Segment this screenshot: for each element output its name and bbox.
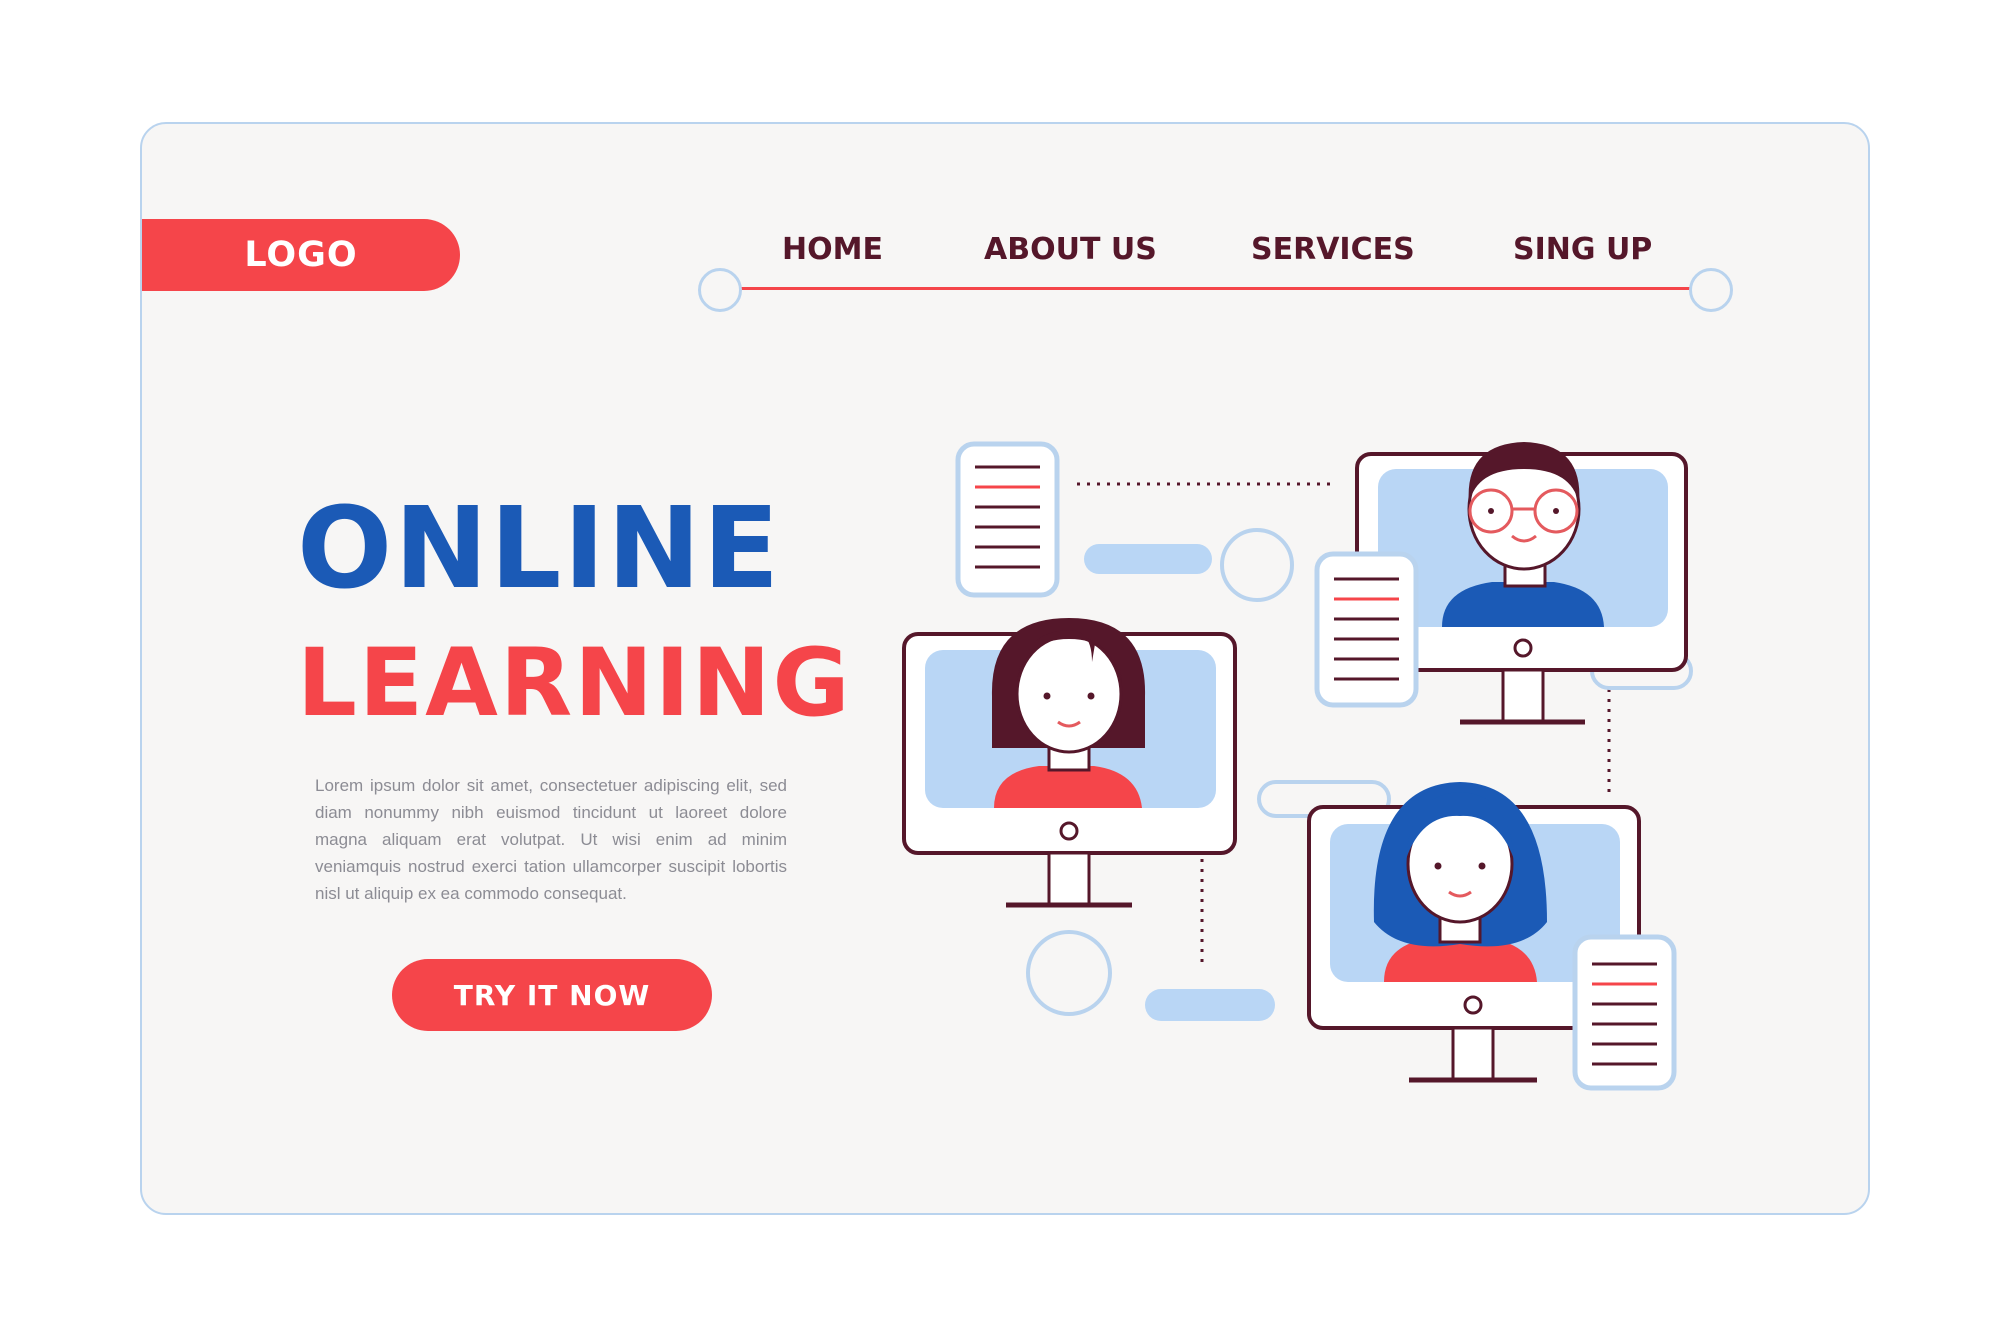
document-icon-3 (1572, 934, 1677, 1091)
landing-page-card: LOGO HOME ABOUT US SERVICES SING UP ONLI… (140, 122, 1870, 1215)
document-icon-2 (1314, 551, 1419, 708)
document-icon-1 (955, 441, 1060, 598)
monitor-girl-bob (902, 618, 1237, 908)
video-call-illustration (902, 441, 1693, 1091)
